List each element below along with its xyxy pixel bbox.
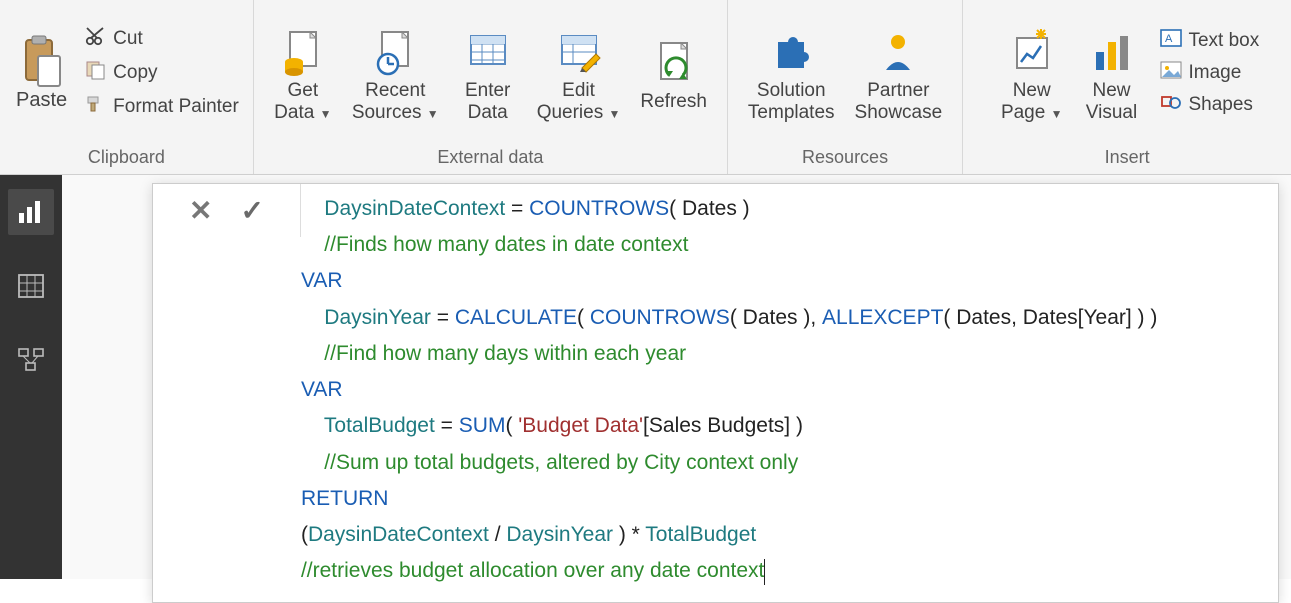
bar-chart-icon bbox=[17, 199, 45, 225]
refresh-button[interactable]: Refresh bbox=[630, 33, 717, 113]
get-data-button[interactable]: Get Data ▼ bbox=[264, 22, 342, 124]
formula-commit-button[interactable]: ✓ bbox=[226, 194, 277, 227]
edit-queries-label: Edit Queries bbox=[537, 80, 604, 123]
scissors-icon bbox=[85, 26, 107, 52]
paste-label: Paste bbox=[16, 89, 67, 112]
recent-sources-label: Recent Sources bbox=[352, 80, 426, 123]
new-visual-icon bbox=[1087, 28, 1135, 76]
report-view-button[interactable] bbox=[8, 189, 54, 235]
get-data-label: Get Data bbox=[274, 80, 318, 123]
clipboard-icon bbox=[18, 37, 66, 85]
relationship-icon bbox=[17, 347, 45, 373]
chevron-down-icon: ▼ bbox=[427, 107, 439, 121]
enter-data-icon bbox=[464, 28, 512, 76]
copy-icon bbox=[85, 60, 107, 86]
copy-button[interactable]: Copy bbox=[81, 58, 243, 88]
refresh-label: Refresh bbox=[640, 91, 707, 113]
workspace: Com ✕ ✓ DaysinDateContext = COUNTROWS( D… bbox=[0, 175, 1291, 579]
cut-button[interactable]: Cut bbox=[81, 24, 243, 54]
ribbon: Paste Cut Copy bbox=[0, 0, 1291, 175]
ribbon-group-insert: New Page ▼ New Visual A Text box Image bbox=[962, 0, 1291, 174]
person-icon bbox=[874, 28, 922, 76]
report-canvas[interactable]: Com ✕ ✓ DaysinDateContext = COUNTROWS( D… bbox=[62, 175, 1291, 579]
text-box-label: Text box bbox=[1188, 30, 1259, 52]
enter-data-label: Enter Data bbox=[465, 80, 510, 124]
get-data-icon bbox=[279, 28, 327, 76]
paintbrush-icon bbox=[85, 94, 107, 120]
text-box-icon: A bbox=[1160, 29, 1182, 53]
new-page-button[interactable]: New Page ▼ bbox=[991, 22, 1073, 124]
group-label-insert: Insert bbox=[1105, 141, 1150, 172]
recent-sources-button[interactable]: Recent Sources ▼ bbox=[342, 22, 449, 124]
new-page-label: New Page bbox=[1001, 80, 1051, 123]
formula-editor[interactable]: DaysinDateContext = COUNTROWS( Dates ) /… bbox=[301, 184, 1278, 602]
shapes-button[interactable]: Shapes bbox=[1156, 91, 1263, 119]
format-painter-label: Format Painter bbox=[113, 96, 239, 118]
data-view-button[interactable] bbox=[8, 263, 54, 309]
copy-label: Copy bbox=[113, 62, 157, 84]
text-box-button[interactable]: A Text box bbox=[1156, 27, 1263, 55]
format-painter-button[interactable]: Format Painter bbox=[81, 92, 243, 122]
shapes-icon bbox=[1160, 93, 1182, 117]
new-visual-label: New Visual bbox=[1086, 80, 1137, 124]
shapes-label: Shapes bbox=[1188, 94, 1252, 116]
chevron-down-icon: ▼ bbox=[1051, 107, 1063, 121]
solution-templates-label: Solution Templates bbox=[748, 80, 835, 124]
ribbon-group-resources: Solution Templates Partner Showcase Reso… bbox=[727, 0, 962, 174]
recent-sources-icon bbox=[371, 28, 419, 76]
partner-showcase-button[interactable]: Partner Showcase bbox=[845, 22, 953, 124]
refresh-icon bbox=[650, 39, 698, 87]
ribbon-group-clipboard: Paste Cut Copy bbox=[0, 0, 253, 174]
image-label: Image bbox=[1188, 62, 1241, 84]
group-label-resources: Resources bbox=[802, 141, 888, 172]
ribbon-group-external-data: Get Data ▼ Recent Sources ▼ Enter Data E… bbox=[253, 0, 727, 174]
cut-label: Cut bbox=[113, 28, 143, 50]
image-button[interactable]: Image bbox=[1156, 59, 1263, 87]
formula-bar: ✕ ✓ DaysinDateContext = COUNTROWS( Dates… bbox=[152, 183, 1279, 603]
model-view-button[interactable] bbox=[8, 337, 54, 383]
puzzle-icon bbox=[767, 28, 815, 76]
new-visual-button[interactable]: New Visual bbox=[1072, 22, 1150, 124]
view-bar bbox=[0, 175, 62, 579]
chevron-down-icon: ▼ bbox=[609, 107, 621, 121]
formula-cancel-button[interactable]: ✕ bbox=[175, 194, 226, 227]
partner-showcase-label: Partner Showcase bbox=[855, 80, 943, 124]
group-label-clipboard: Clipboard bbox=[88, 141, 165, 172]
new-page-icon bbox=[1008, 28, 1056, 76]
edit-queries-icon bbox=[555, 28, 603, 76]
image-icon bbox=[1160, 61, 1182, 85]
paste-button[interactable]: Paste bbox=[10, 33, 73, 112]
enter-data-button[interactable]: Enter Data bbox=[449, 22, 527, 124]
group-label-external: External data bbox=[437, 141, 543, 172]
chevron-down-icon: ▼ bbox=[320, 107, 332, 121]
svg-text:A: A bbox=[1165, 33, 1173, 45]
solution-templates-button[interactable]: Solution Templates bbox=[738, 22, 845, 124]
table-icon bbox=[17, 273, 45, 299]
edit-queries-button[interactable]: Edit Queries ▼ bbox=[527, 22, 631, 124]
